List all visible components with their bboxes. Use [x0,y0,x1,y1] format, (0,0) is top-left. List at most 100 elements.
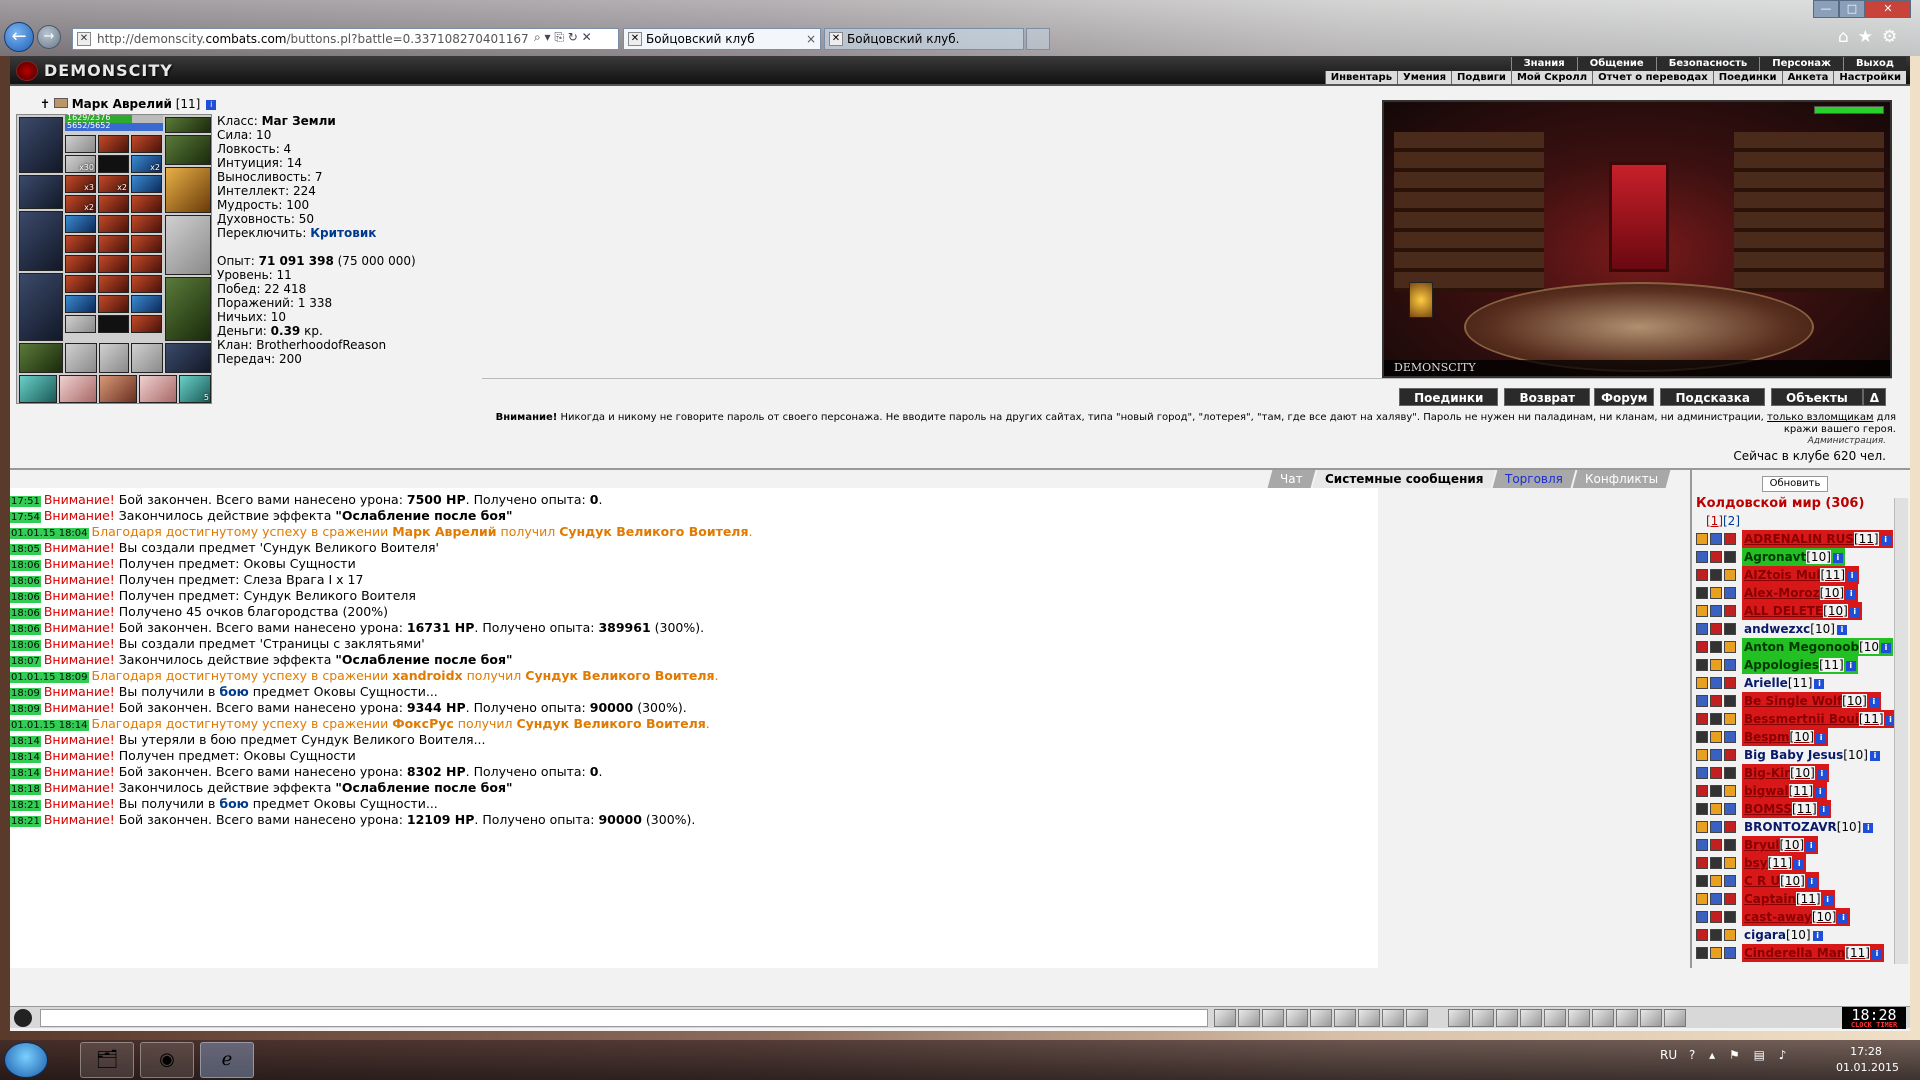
spell-slot[interactable] [131,195,162,213]
player-name[interactable]: ALL DELETE[10] i [1742,602,1862,620]
forum-button[interactable]: Форум [1594,388,1655,406]
frost-effect-icon[interactable]: 5 [179,375,211,403]
delta-button[interactable]: Δ [1862,388,1886,406]
hand-icon[interactable] [1358,1009,1380,1027]
spell-slot[interactable]: x2 [65,195,96,213]
message-timestamp[interactable]: 18:06 [10,608,41,619]
hint-button[interactable]: Подсказка [1660,388,1766,406]
submenu-inventory[interactable]: Инвентарь [1324,71,1398,84]
message-timestamp[interactable]: 17:54 [10,512,41,523]
menu-knowledge[interactable]: Знания [1510,57,1577,71]
battle-link[interactable]: бою [219,796,248,811]
spell-slot[interactable] [131,175,162,193]
potion-icon[interactable] [1496,1009,1518,1027]
player-status-icons[interactable] [1696,821,1742,833]
pants-slot[interactable] [165,277,211,341]
player-info-icon[interactable]: i [1794,858,1805,869]
submenu-skills[interactable]: Умения [1397,71,1452,84]
amulet-slot[interactable] [19,175,63,209]
chat-mode-icon[interactable] [14,1009,32,1027]
player-name[interactable]: Anton Megonoob[10 i [1742,638,1894,656]
hackers-link[interactable]: только взломщикам [1767,412,1873,423]
submenu-profile[interactable]: Анкета [1781,71,1834,84]
spell-slot[interactable]: x30 [65,155,96,173]
player-name[interactable]: Big-Kir[10] i [1742,764,1829,782]
player-status-icons[interactable] [1696,767,1742,779]
belt-slot[interactable] [19,343,63,373]
potion-effect-icon[interactable] [99,375,137,403]
player-name[interactable]: Agronavt[10] i [1742,548,1845,566]
spell-slot[interactable]: x2 [98,175,129,193]
armor-slot[interactable] [19,273,63,341]
player-status-icons[interactable] [1696,605,1742,617]
player-info-icon[interactable]: i [1812,930,1823,941]
player-name[interactable]: Be Single Wolf[10] i [1742,692,1881,710]
player-info-icon[interactable]: i [1806,840,1817,851]
message-timestamp[interactable]: 18:14 [10,736,41,747]
room-image[interactable]: DEMONSCITY [1382,100,1892,378]
fire-icon[interactable] [1448,1009,1470,1027]
new-tab-button[interactable] [1026,28,1050,50]
player-status-icons[interactable] [1696,587,1742,599]
browser-tab[interactable]: ✕ Бойцовский клуб. [824,28,1024,50]
tray-arrow-icon[interactable]: ▴ [1709,1048,1715,1062]
spell-slot[interactable] [98,315,129,333]
player-status-icons[interactable] [1696,713,1742,725]
player-status-icons[interactable] [1696,731,1742,743]
player-name[interactable]: BOMSS[11] i [1742,800,1831,818]
message-timestamp[interactable]: 01.01.15 18:09 [10,672,89,683]
save-icon[interactable] [1286,1009,1308,1027]
smile-icon[interactable] [1382,1009,1404,1027]
weapon-slot[interactable] [19,211,63,271]
player-status-icons[interactable] [1696,875,1742,887]
menu-character[interactable]: Персонаж [1759,57,1843,71]
message-timestamp[interactable]: 18:21 [10,816,41,827]
message-timestamp[interactable]: 01.01.15 18:14 [10,720,89,731]
spell-slot[interactable] [131,275,162,293]
ring-slot[interactable] [65,343,97,373]
spell-slot[interactable]: x2 [131,155,162,173]
spell-slot[interactable] [98,195,129,213]
player-name[interactable]: Appologies[11] i [1742,656,1858,674]
message-timestamp[interactable]: 18:21 [10,800,41,811]
spell-slot[interactable] [65,255,96,273]
message-timestamp[interactable]: 17:51 [10,496,41,507]
spell-slot[interactable] [65,275,96,293]
player-info-icon[interactable]: i [1881,642,1892,653]
explorer-taskbar-icon[interactable]: 🗂 [80,1042,134,1078]
room-door[interactable] [1609,162,1669,272]
message-timestamp[interactable]: 18:06 [10,640,41,651]
message-timestamp[interactable]: 18:14 [10,768,41,779]
player-name[interactable]: AIZtois Mul[11] i [1742,566,1860,584]
info-icon[interactable]: i [206,99,217,110]
close-window-button[interactable]: ✕ [1865,0,1911,18]
player-info-icon[interactable]: i [1847,570,1858,581]
player-info-icon[interactable]: i [1845,660,1856,671]
ie-taskbar-icon[interactable]: ℯ [200,1042,254,1078]
walk-icon[interactable] [1310,1009,1332,1027]
help-icon[interactable]: ? [1689,1048,1695,1062]
player-info-icon[interactable]: i [1816,768,1827,779]
message-timestamp[interactable]: 18:05 [10,544,41,555]
maximize-button[interactable]: □ [1839,0,1865,18]
exit-icon[interactable] [1664,1009,1686,1027]
network-icon[interactable]: ▤ [1754,1048,1765,1062]
player-info-icon[interactable]: i [1816,732,1827,743]
ghost-icon[interactable] [1616,1009,1638,1027]
player-info-icon[interactable]: i [1815,786,1826,797]
switch-link[interactable]: Критовик [310,226,376,240]
spell-slot[interactable] [65,135,96,153]
gloves-slot[interactable] [165,167,211,213]
page-1-link[interactable]: [1] [1706,514,1723,528]
scroll-icon[interactable] [1544,1009,1566,1027]
player-info-icon[interactable]: i [1806,876,1817,887]
player-info-icon[interactable]: i [1832,552,1843,563]
forward-button[interactable]: → [37,25,61,49]
scrollbar[interactable] [1894,498,1908,964]
player-status-icons[interactable] [1696,623,1742,635]
player-name[interactable]: Captain[11] i [1742,890,1835,908]
player-status-icons[interactable] [1696,947,1742,959]
objects-button[interactable]: Объекты [1771,388,1863,406]
message-timestamp[interactable]: 18:14 [10,752,41,763]
player-status-icons[interactable] [1696,749,1742,761]
